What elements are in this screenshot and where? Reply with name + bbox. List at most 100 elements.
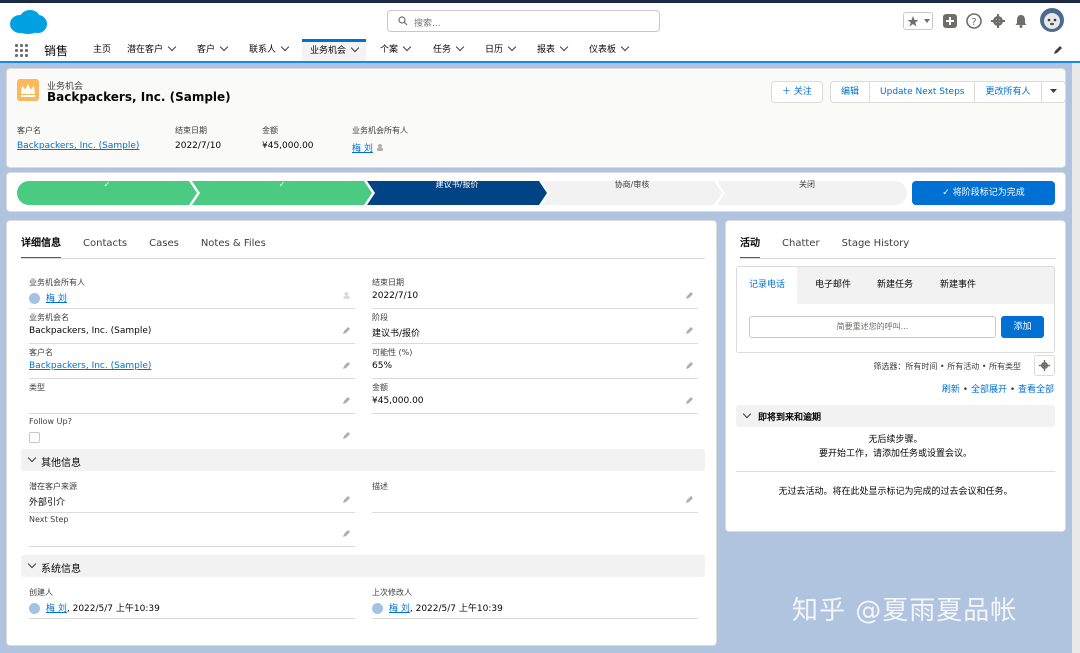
global-search-input[interactable]: 搜索... (387, 10, 660, 32)
subtab-email[interactable]: 电子邮件 (803, 267, 863, 304)
refresh-link[interactable]: 刷新 (942, 385, 960, 395)
chevron-down-icon (27, 453, 37, 463)
change-owner-icon[interactable] (342, 291, 351, 300)
nav-item-dashboards[interactable]: 仪表板 (589, 39, 630, 61)
filter-settings-button[interactable] (1034, 355, 1055, 376)
salesforce-cloud-logo-icon[interactable] (8, 9, 48, 35)
update-next-steps-button[interactable]: Update Next Steps (870, 81, 976, 103)
created-by-link[interactable]: 梅 刘 (46, 604, 67, 614)
nav-item-reports[interactable]: 报表 (537, 39, 569, 61)
tab-details[interactable]: 详细信息 (21, 233, 61, 259)
section-other-info[interactable]: 其他信息 (21, 449, 705, 471)
nav-item-label: 报表 (537, 45, 556, 55)
page-scrollbar[interactable] (1072, 63, 1080, 653)
edit-pencil-icon[interactable] (342, 431, 351, 440)
nav-item-opportunities[interactable]: 业务机会 (302, 39, 367, 61)
details-card: 详细信息 Contacts Cases Notes & Files 业务机会所有… (6, 220, 717, 646)
path-stage-current[interactable]: 建议书/报价 (367, 173, 547, 197)
user-avatar[interactable] (1040, 8, 1064, 32)
edit-pencil-icon[interactable] (685, 291, 694, 300)
tab-activity[interactable]: 活动 (740, 233, 760, 259)
chevron-down-icon[interactable] (350, 43, 360, 53)
section-system-info[interactable]: 系统信息 (21, 555, 705, 577)
nav-item-label: 主页 (93, 45, 112, 55)
chevron-down-icon[interactable] (167, 42, 177, 52)
nav-item-leads[interactable]: 潜在客户 (127, 39, 177, 61)
setup-gear-icon[interactable] (990, 13, 1006, 29)
highlight-account-link[interactable]: Backpackers, Inc. (Sample) (17, 141, 139, 151)
tab-stage-history[interactable]: Stage History (842, 233, 910, 259)
edit-pencil-icon[interactable] (685, 396, 694, 405)
nav-item-calendar[interactable]: 日历 (485, 39, 517, 61)
edit-pencil-icon[interactable] (342, 529, 351, 538)
tab-notes-files[interactable]: Notes & Files (201, 233, 266, 259)
chevron-down-icon[interactable] (620, 42, 630, 52)
edit-pencil-icon[interactable] (685, 326, 694, 335)
path-stage-complete-2[interactable]: ✓ (192, 173, 372, 197)
record-header: 业务机会 Backpackers, Inc. (Sample) ＋ 关注 编辑 … (6, 68, 1066, 168)
chevron-down-icon[interactable] (219, 42, 229, 52)
follow-button[interactable]: ＋ 关注 (771, 81, 823, 103)
path-stage-negotiation[interactable]: 协商/审核 (542, 173, 722, 197)
activity-filter-text: 筛选器：所有时间 • 所有活动 • 所有类型 (873, 362, 1021, 371)
nav-item-label: 个案 (380, 45, 399, 55)
highlight-label: 结束日期 (175, 126, 207, 135)
edit-button[interactable]: 编辑 (830, 81, 871, 103)
notifications-bell-icon[interactable] (1013, 13, 1029, 29)
edit-pencil-icon[interactable] (685, 361, 694, 370)
field-opportunity-owner: 业务机会所有人 梅 刘 (29, 277, 355, 309)
follow-up-checkbox[interactable] (29, 432, 40, 443)
highlight-label: 客户名 (17, 126, 41, 135)
subtab-new-event[interactable]: 新建事件 (928, 267, 988, 304)
view-all-link[interactable]: 查看全部 (1018, 385, 1054, 395)
nav-item-accounts[interactable]: 客户 (197, 39, 229, 61)
edit-pencil-icon[interactable] (685, 495, 694, 504)
more-actions-button[interactable] (1041, 81, 1066, 103)
owner-link[interactable]: 梅 刘 (352, 144, 373, 154)
tab-cases[interactable]: Cases (149, 233, 179, 259)
add-button[interactable]: 添加 (1001, 316, 1044, 338)
mark-stage-complete-button[interactable]: ✓ 将阶段标记为完成 (912, 181, 1055, 205)
nav-item-contacts[interactable]: 联系人 (249, 39, 290, 61)
edit-pencil-icon[interactable] (342, 361, 351, 370)
chevron-down-icon[interactable] (559, 42, 569, 52)
trailhead-help-icon[interactable]: ? (966, 13, 982, 29)
edit-pencil-icon[interactable] (342, 396, 351, 405)
change-owner-button[interactable]: 更改所有人 (975, 81, 1042, 103)
account-link[interactable]: Backpackers, Inc. (Sample) (29, 361, 151, 371)
chevron-down-icon[interactable] (507, 42, 517, 52)
tab-divider (21, 258, 705, 259)
change-owner-icon[interactable] (376, 143, 384, 151)
nav-item-cases[interactable]: 个案 (380, 39, 412, 61)
subtab-new-task[interactable]: 新建任务 (865, 267, 925, 304)
chevron-down-icon[interactable] (402, 42, 412, 52)
search-icon (398, 16, 408, 26)
subtab-log-call[interactable]: 记录电话 (737, 267, 798, 304)
app-launcher-waffle-icon[interactable] (14, 43, 30, 59)
upcoming-overdue-section[interactable]: 即将到来和逾期 (736, 405, 1055, 427)
path-stage-complete-1[interactable]: ✓ (17, 173, 197, 197)
field-close-date: 结束日期 2022/7/10 (372, 277, 698, 309)
field-value: Backpackers, Inc. (Sample) (29, 326, 152, 336)
chevron-down-icon[interactable] (455, 42, 465, 52)
svg-text:?: ? (971, 17, 976, 28)
nav-item-home[interactable]: 主页 (93, 39, 111, 61)
call-summary-input[interactable]: 简要重述您的呼叫... (749, 316, 996, 338)
tab-chatter[interactable]: Chatter (782, 233, 820, 259)
path-stage-closed[interactable]: 关闭 (717, 173, 897, 197)
caret-down-icon (1049, 89, 1057, 93)
expand-all-link[interactable]: 全部展开 (971, 385, 1007, 395)
owner-link[interactable]: 梅 刘 (46, 294, 67, 304)
edit-nav-pencil-icon[interactable] (1053, 45, 1063, 55)
watermark-text: 知乎 @夏雨夏品帐 (792, 596, 1018, 626)
nav-item-tasks[interactable]: 任务 (433, 39, 465, 61)
tab-contacts[interactable]: Contacts (83, 233, 127, 259)
chevron-down-icon[interactable] (280, 42, 290, 52)
follow-button-group: ＋ 关注 (771, 81, 823, 103)
modified-by-link[interactable]: 梅 刘 (389, 604, 410, 614)
favorites-star-icon[interactable] (903, 12, 933, 30)
edit-pencil-icon[interactable] (342, 326, 351, 335)
edit-pencil-icon[interactable] (342, 495, 351, 504)
user-avatar-icon (29, 293, 40, 304)
global-add-icon[interactable] (942, 13, 958, 29)
